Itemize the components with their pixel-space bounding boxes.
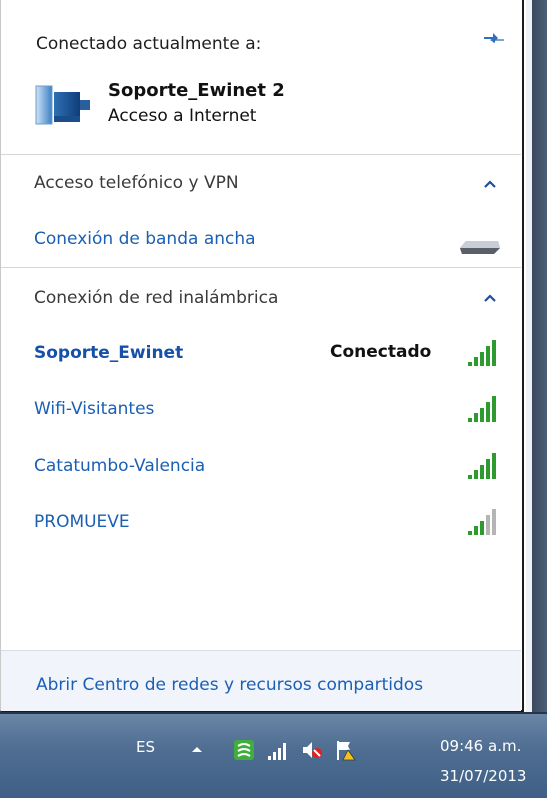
current-network-status: Acceso a Internet [108, 106, 257, 126]
wifi-network-item[interactable]: Catatumbo-Valencia [34, 456, 205, 476]
current-network-name: Soporte_Ewinet 2 [108, 80, 285, 101]
signal-strength-icon [468, 340, 496, 366]
divider [1, 267, 521, 268]
show-hidden-icons-icon[interactable] [190, 744, 204, 754]
desktop-edge [526, 0, 547, 712]
collapse-chevron-icon[interactable] [484, 294, 496, 302]
signal-strength-icon [468, 509, 496, 535]
signal-strength-icon [468, 453, 496, 479]
wifi-signal-icon[interactable] [266, 738, 290, 762]
connected-header: Conectado actualmente a: [36, 34, 262, 54]
broadband-connection-link[interactable]: Conexión de banda ancha [34, 229, 256, 249]
refresh-icon[interactable] [480, 28, 508, 48]
connection-status-label: Conectado [330, 342, 432, 362]
wifi-network-item[interactable]: Wifi-Visitantes [34, 399, 154, 419]
wireless-section-title[interactable]: Conexión de red inalámbrica [34, 288, 278, 308]
action-center-flag-icon[interactable] [334, 738, 358, 762]
clock-time[interactable]: 09:46 a.m. [440, 737, 521, 755]
network-server-icon [35, 85, 90, 125]
broadband-modem-icon [460, 241, 500, 254]
network-app-icon[interactable] [232, 738, 256, 762]
open-network-center-link[interactable]: Abrir Centro de redes y recursos compart… [36, 675, 423, 695]
dialup-section-title[interactable]: Acceso telefónico y VPN [34, 173, 239, 193]
signal-strength-icon [468, 396, 496, 422]
collapse-chevron-icon[interactable] [484, 180, 496, 188]
volume-muted-icon[interactable] [300, 738, 324, 762]
wifi-network-item[interactable]: Soporte_Ewinet [34, 343, 183, 363]
language-indicator[interactable]: ES [136, 738, 155, 756]
wifi-network-item[interactable]: PROMUEVE [34, 512, 130, 532]
clock-date[interactable]: 31/07/2013 [440, 767, 526, 785]
divider [1, 154, 521, 155]
